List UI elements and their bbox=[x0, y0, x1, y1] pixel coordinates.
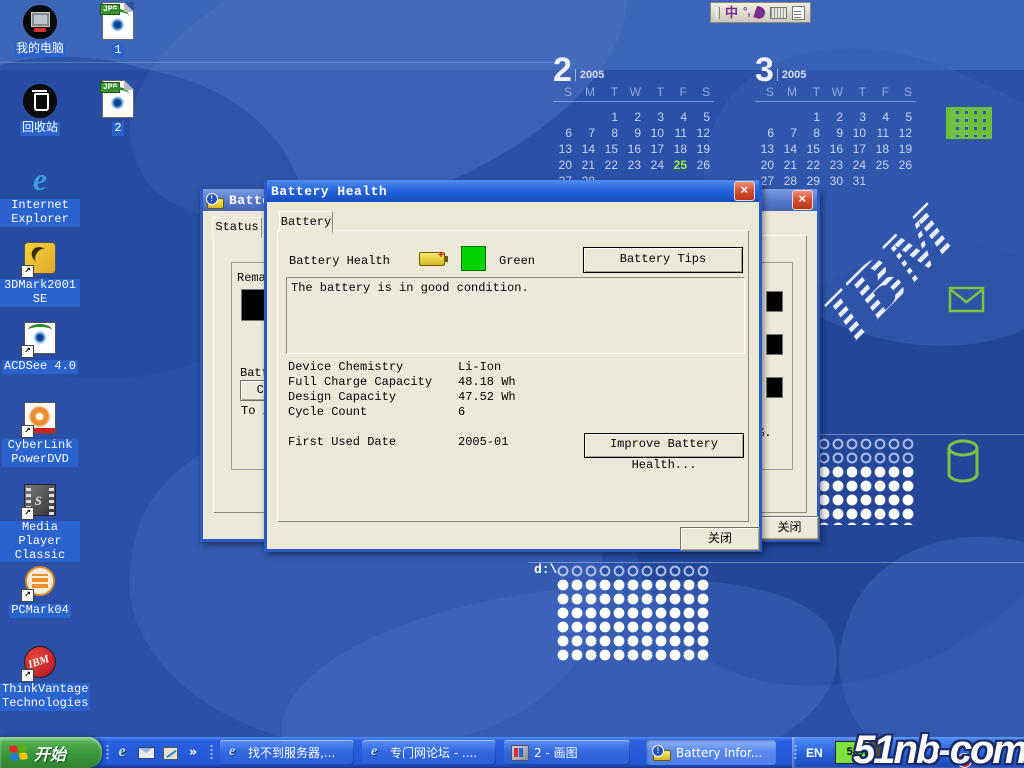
ime-drag-handle[interactable] bbox=[716, 7, 720, 19]
taskbar-button-icon bbox=[653, 750, 671, 761]
quick-launch-separator bbox=[210, 744, 213, 761]
language-indicator[interactable]: EN bbox=[806, 746, 823, 760]
taskbar-window-button[interactable]: 专门网论坛 - .... bbox=[362, 740, 496, 765]
taskbar-window-button[interactable]: 2 - 画图 bbox=[504, 740, 630, 765]
desktop-icon-powerdvd[interactable]: ↗ CyberLink PowerDVD bbox=[0, 402, 80, 467]
windows-flag-icon bbox=[9, 744, 29, 762]
gauge-led bbox=[766, 291, 783, 312]
calendar-month-number: 32005 bbox=[755, 55, 916, 85]
desktop-icon-acdsee[interactable]: ↗ ACDSee 4.0 bbox=[0, 322, 80, 374]
jpg-file-icon: JPG bbox=[102, 2, 134, 40]
tab-status[interactable]: Status bbox=[212, 217, 262, 238]
desktop-icon-pcmark04[interactable]: ↗ PCMark04 bbox=[0, 566, 80, 618]
gauge-led bbox=[766, 334, 783, 355]
calendar-weekday-header: SMTWTFS bbox=[553, 85, 714, 102]
cylinder-icon bbox=[936, 436, 990, 488]
dialog-title: Battery Health bbox=[271, 184, 734, 199]
shortcut-arrow-icon: ↗ bbox=[21, 345, 34, 358]
calendar-month-number: 22005 bbox=[553, 55, 714, 85]
quick-launch-chevron-icon[interactable]: » bbox=[184, 743, 202, 761]
battery-info-rows: Device ChemistryLi-Ion Full Charge Capac… bbox=[288, 360, 728, 420]
back-close-button[interactable]: 关闭 bbox=[760, 516, 819, 540]
condition-textbox: The battery is in good condition. bbox=[286, 277, 745, 354]
quick-launch-show-desktop-icon[interactable] bbox=[161, 743, 179, 761]
battery-health-dialog: Battery Health × Battery Battery Health … bbox=[264, 180, 762, 552]
shortcut-arrow-icon: ↗ bbox=[21, 507, 34, 520]
condition-text: The battery is in good condition. bbox=[291, 281, 529, 295]
drive-label: d:\ bbox=[534, 562, 557, 577]
desktop-icon-recycle-bin[interactable]: 回收站 bbox=[0, 84, 80, 136]
keyboard-icon bbox=[946, 107, 992, 139]
taskbar-button-icon bbox=[511, 745, 529, 761]
halftone-dots-right bbox=[817, 465, 915, 525]
desktop-icon-jpg-1[interactable]: JPG 1 bbox=[88, 2, 148, 58]
info-row: Cycle Count6 bbox=[288, 405, 728, 420]
shortcut-arrow-icon: ↗ bbox=[21, 265, 34, 278]
taskbar-button-icon bbox=[227, 746, 243, 760]
close-icon[interactable]: × bbox=[734, 181, 755, 201]
desktop: 22005 SMTWTFS 12345678910111213141516171… bbox=[0, 0, 1024, 768]
taskbar-button-icon bbox=[369, 746, 385, 760]
dialog-close-button[interactable]: 关闭 bbox=[680, 527, 760, 551]
gauge-led bbox=[766, 377, 783, 398]
quick-launch-mail-icon[interactable] bbox=[137, 743, 155, 761]
desktop-icon-jpg-2[interactable]: JPG 2 bbox=[88, 80, 148, 136]
battery-icon: + bbox=[419, 252, 445, 266]
shortcut-arrow-icon: ↗ bbox=[21, 669, 34, 682]
improve-battery-health-button[interactable]: Improve Battery Health... bbox=[584, 433, 744, 458]
quick-launch-ie-icon[interactable]: e bbox=[113, 743, 131, 761]
envelope-icon bbox=[948, 286, 986, 314]
quick-launch-separator bbox=[106, 744, 109, 761]
desktop-icon-internet-explorer[interactable]: e Internet Explorer bbox=[0, 162, 80, 227]
desktop-icon-thinkvantage[interactable]: IBM↗ ThinkVantage Technologies bbox=[0, 646, 80, 711]
calendar-year: 2005 bbox=[777, 69, 806, 81]
jpg-file-icon: JPG bbox=[102, 80, 134, 118]
first-used-row: First Used Date2005-01 bbox=[288, 435, 508, 449]
ime-chinese-mode-icon[interactable]: 中 bbox=[725, 6, 738, 19]
desktop-icon-3dmark2001[interactable]: ↗ 3DMark2001 SE bbox=[0, 242, 80, 307]
info-row: Design Capacity47.52 Wh bbox=[288, 390, 728, 405]
taskbar-window-button[interactable]: Battery Infor... bbox=[646, 740, 776, 765]
ime-punctuation-icon[interactable]: °, bbox=[743, 7, 750, 18]
health-status-text: Green bbox=[499, 254, 535, 268]
calendar-february: 22005 SMTWTFS 12345678910111213141516171… bbox=[553, 55, 714, 188]
tray-separator bbox=[794, 744, 797, 761]
ime-language-bar[interactable]: 中 °, bbox=[710, 2, 811, 23]
calendar-days: 1234567891011121314151617181920212223242… bbox=[755, 110, 916, 188]
health-status-swatch bbox=[461, 246, 486, 271]
ime-fullwidth-moon-icon[interactable] bbox=[754, 5, 767, 20]
calendar-year: 2005 bbox=[575, 69, 604, 81]
calendar-days: 1234567891011121314151617181920212223242… bbox=[553, 110, 714, 188]
ime-menu-icon[interactable] bbox=[792, 6, 805, 20]
calendar-march: 32005 SMTWTFS 12345678910111213141516171… bbox=[755, 55, 916, 188]
start-button[interactable]: 开始 bbox=[0, 737, 102, 768]
ime-keyboard-icon[interactable] bbox=[770, 7, 787, 19]
calendar-weekday-header: SMTWTFS bbox=[755, 85, 916, 102]
taskbar-window-button[interactable]: 找不到服务器,... bbox=[220, 740, 354, 765]
info-row: Full Charge Capacity48.18 Wh bbox=[288, 375, 728, 390]
tab-battery[interactable]: Battery bbox=[279, 211, 333, 233]
battery-health-titlebar[interactable]: Battery Health × bbox=[267, 180, 759, 202]
battery-window-icon bbox=[207, 198, 224, 209]
battery-tips-button[interactable]: Battery Tips bbox=[583, 247, 743, 273]
desktop-icon-my-computer[interactable]: 我的电脑 bbox=[0, 5, 80, 57]
close-icon[interactable]: × bbox=[792, 190, 813, 210]
info-row: Device ChemistryLi-Ion bbox=[288, 360, 728, 375]
shortcut-arrow-icon: ↗ bbox=[21, 589, 34, 602]
halftone-dots-bottom bbox=[556, 578, 710, 662]
shortcut-arrow-icon: ↗ bbox=[21, 425, 34, 438]
battery-health-label: Battery Health bbox=[289, 254, 390, 268]
watermark-51nb: 51nb-com bbox=[853, 728, 1024, 768]
desktop-icon-media-player-classic[interactable]: s↗ Media Player Classic bbox=[0, 484, 80, 563]
halftone-rings-bottom bbox=[556, 564, 710, 578]
halftone-rings-right bbox=[817, 437, 915, 465]
